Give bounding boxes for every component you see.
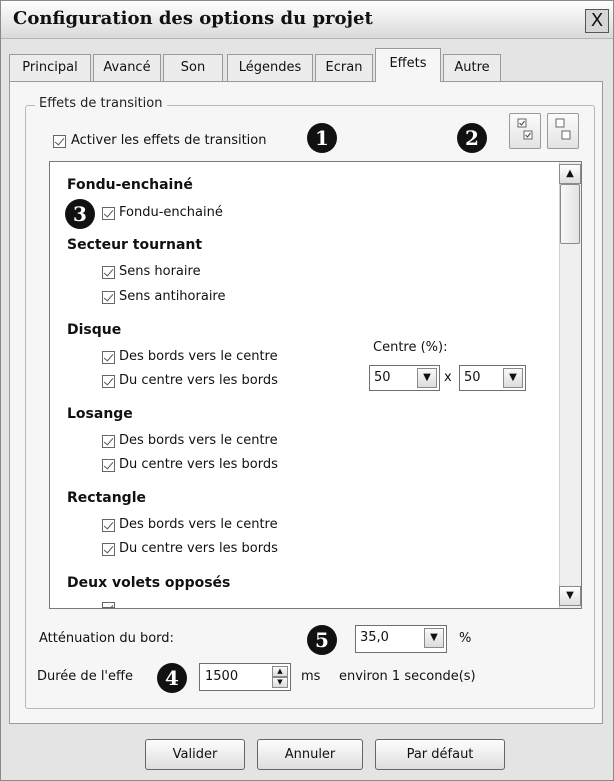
section-header-rectangle: Rectangle bbox=[67, 490, 146, 506]
deux-volets-checkbox-partial[interactable] bbox=[102, 602, 115, 608]
scrollbar-thumb[interactable] bbox=[560, 184, 580, 244]
duree-unit: ms bbox=[301, 669, 321, 684]
callout-5: 5 bbox=[307, 625, 337, 655]
fondu-label: Fondu-enchainé bbox=[119, 205, 223, 220]
rectangle-centre-bords-label: Du centre vers les bords bbox=[119, 541, 278, 556]
check-all-icon bbox=[517, 118, 533, 140]
secteur-horaire-checkbox[interactable] bbox=[102, 266, 115, 279]
tab-autre[interactable]: Autre bbox=[443, 54, 501, 81]
group-legend: Effets de transition bbox=[35, 96, 167, 111]
section-header-deux-volets: Deux volets opposés bbox=[67, 575, 231, 591]
section-header-losange: Losange bbox=[67, 406, 133, 422]
section-header-fondu: Fondu-enchainé bbox=[67, 177, 193, 193]
chevron-up-icon[interactable]: ▲ bbox=[559, 164, 581, 184]
disque-bords-centre-checkbox[interactable] bbox=[102, 351, 115, 364]
fondu-checkbox[interactable] bbox=[102, 207, 115, 220]
enable-transitions-checkbox[interactable] bbox=[53, 135, 66, 148]
title-bar: Configuration des options du projet X bbox=[1, 1, 613, 39]
duree-note: environ 1 seconde(s) bbox=[339, 669, 476, 684]
centre-y-select[interactable]: 50 ▼ bbox=[459, 365, 526, 391]
chevron-down-icon[interactable]: ▼ bbox=[417, 368, 437, 388]
rectangle-bords-centre-label: Des bords vers le centre bbox=[119, 517, 278, 532]
uncheck-all-icon bbox=[555, 118, 571, 140]
duree-label: Durée de l'effe bbox=[37, 669, 133, 684]
callout-1: 1 bbox=[307, 123, 337, 153]
rectangle-centre-bords-checkbox[interactable] bbox=[102, 543, 115, 556]
callout-4: 4 bbox=[157, 663, 187, 693]
tab-avance[interactable]: Avancé bbox=[93, 54, 161, 81]
attenuation-value: 35,0 bbox=[360, 630, 389, 645]
valider-button[interactable]: Valider bbox=[145, 739, 245, 770]
disque-centre-bords-checkbox[interactable] bbox=[102, 375, 115, 388]
secteur-antihoraire-label: Sens antihoraire bbox=[119, 289, 226, 304]
losange-bords-centre-label: Des bords vers le centre bbox=[119, 433, 278, 448]
annuler-button[interactable]: Annuler bbox=[257, 739, 363, 770]
tab-son[interactable]: Son bbox=[163, 54, 223, 81]
deselect-all-button[interactable] bbox=[547, 113, 579, 149]
duree-spinner[interactable]: 1500 ▲ ▼ bbox=[199, 663, 291, 691]
duree-value: 1500 bbox=[205, 669, 239, 684]
enable-transitions-label: Activer les effets de transition bbox=[71, 133, 267, 148]
tab-legendes[interactable]: Légendes bbox=[227, 54, 313, 81]
losange-centre-bords-checkbox[interactable] bbox=[102, 459, 115, 472]
chevron-down-icon[interactable]: ▼ bbox=[503, 368, 523, 388]
attenuation-label: Atténuation du bord: bbox=[39, 631, 174, 646]
par-defaut-button[interactable]: Par défaut bbox=[375, 739, 505, 770]
rectangle-bords-centre-checkbox[interactable] bbox=[102, 519, 115, 532]
close-icon[interactable]: X bbox=[585, 9, 609, 33]
losange-bords-centre-checkbox[interactable] bbox=[102, 435, 115, 448]
disque-bords-centre-label: Des bords vers le centre bbox=[119, 349, 278, 364]
select-all-button[interactable] bbox=[509, 113, 541, 149]
chevron-down-icon[interactable]: ▼ bbox=[272, 677, 288, 688]
tab-principal[interactable]: Principal bbox=[9, 54, 91, 81]
section-header-secteur: Secteur tournant bbox=[67, 237, 203, 253]
losange-centre-bords-label: Du centre vers les bords bbox=[119, 457, 278, 472]
chevron-up-icon[interactable]: ▲ bbox=[272, 666, 288, 677]
tab-effets[interactable]: Effets bbox=[375, 48, 441, 82]
callout-2: 2 bbox=[457, 123, 487, 153]
secteur-horaire-label: Sens horaire bbox=[119, 264, 201, 279]
chevron-down-icon[interactable]: ▼ bbox=[559, 586, 581, 606]
centre-y-value: 50 bbox=[464, 370, 481, 385]
disque-centre-bords-label: Du centre vers les bords bbox=[119, 373, 278, 388]
options-dialog: Configuration des options du projet X Pr… bbox=[0, 0, 614, 781]
chevron-down-icon[interactable]: ▼ bbox=[424, 628, 444, 648]
centre-x-value: 50 bbox=[374, 370, 391, 385]
window-title: Configuration des options du projet bbox=[13, 8, 373, 29]
section-header-disque: Disque bbox=[67, 322, 122, 338]
attenuation-unit: % bbox=[459, 631, 472, 646]
secteur-antihoraire-checkbox[interactable] bbox=[102, 291, 115, 304]
callout-3: 3 bbox=[65, 199, 95, 229]
attenuation-select[interactable]: 35,0 ▼ bbox=[355, 625, 447, 653]
centre-times-sign: x bbox=[444, 370, 452, 385]
tab-ecran[interactable]: Ecran bbox=[315, 54, 373, 81]
centre-label: Centre (%): bbox=[373, 340, 448, 355]
centre-x-select[interactable]: 50 ▼ bbox=[369, 365, 440, 391]
